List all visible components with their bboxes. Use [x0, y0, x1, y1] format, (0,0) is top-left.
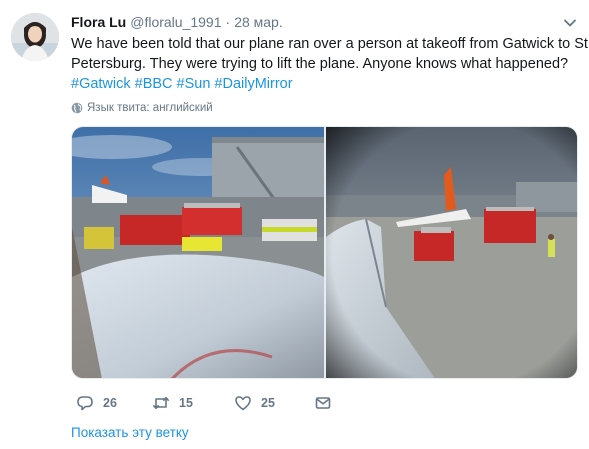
- photo-airport-fire-engines-right[interactable]: [326, 127, 577, 378]
- globe-icon: [71, 102, 83, 114]
- retweet-button[interactable]: 15: [152, 393, 193, 413]
- hashtag-list: #Gatwick #BBC #Sun #DailyMirror: [71, 74, 581, 94]
- show-thread-link[interactable]: Показать эту ветку: [71, 425, 189, 440]
- media-grid: [71, 126, 578, 379]
- heart-icon: [235, 396, 251, 411]
- tweet[interactable]: Flora Lu @floralu_1991 · 28 мар. We have…: [0, 0, 589, 449]
- avatar[interactable]: [11, 13, 59, 61]
- photo-airport-fire-engines-left[interactable]: [72, 127, 324, 378]
- retweet-count: 15: [179, 396, 193, 410]
- hashtag-link[interactable]: #DailyMirror: [214, 76, 292, 92]
- hashtag-link[interactable]: #BBC: [135, 76, 173, 92]
- hashtag-link[interactable]: #Gatwick: [71, 76, 131, 92]
- language-note-text: Язык твита: английский: [87, 102, 213, 114]
- envelope-icon: [315, 397, 331, 409]
- tweet-text: We have been told that our plane ran ove…: [71, 34, 588, 94]
- language-note: Язык твита: английский: [71, 100, 213, 116]
- tweet-text-line: Petersburg. They were trying to lift the…: [71, 56, 569, 72]
- like-button[interactable]: 25: [234, 393, 275, 413]
- direct-message-button[interactable]: [314, 393, 332, 413]
- reply-button[interactable]: 26: [76, 393, 117, 413]
- hashtag-link[interactable]: #Sun: [177, 76, 211, 92]
- header-separator: ·: [225, 14, 231, 30]
- author-name[interactable]: Flora Lu: [71, 14, 126, 30]
- chevron-down-icon[interactable]: [563, 16, 577, 30]
- reply-icon: [77, 396, 93, 411]
- tweet-text-line: We have been told that our plane ran ove…: [71, 36, 588, 52]
- retweet-icon: [153, 396, 169, 410]
- author-handle[interactable]: @floralu_1991: [130, 14, 221, 30]
- tweet-timestamp[interactable]: 28 мар.: [234, 14, 283, 30]
- tweet-actions: 26 15 25: [76, 393, 336, 413]
- tweet-header: Flora Lu @floralu_1991 · 28 мар.: [71, 13, 283, 31]
- like-count: 25: [261, 396, 275, 410]
- reply-count: 26: [103, 396, 117, 410]
